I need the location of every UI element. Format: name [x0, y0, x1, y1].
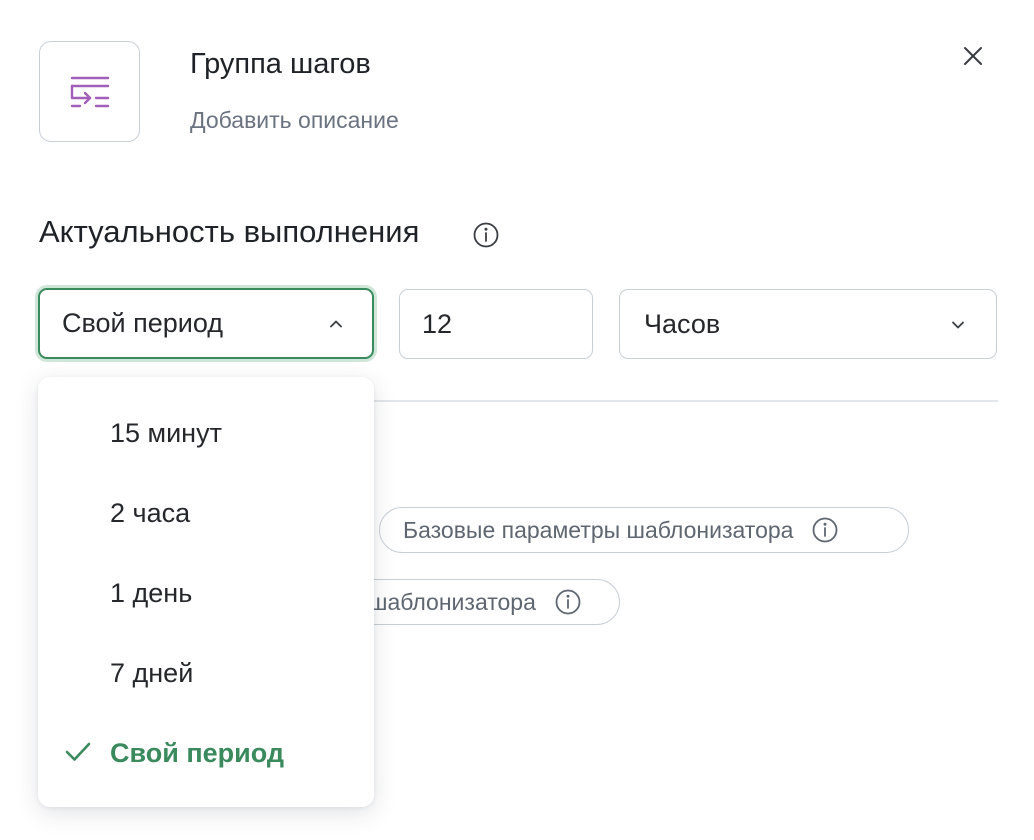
period-select-value: Свой период	[62, 308, 223, 339]
checkmark-icon	[64, 739, 92, 765]
dropdown-option-label: 15 минут	[110, 418, 222, 449]
info-icon[interactable]	[554, 588, 582, 616]
step-group-settings-panel: Группа шагов Добавить описание Актуально…	[0, 0, 1034, 840]
section-title: Актуальность выполнения	[39, 212, 419, 252]
dropdown-option-label: 2 часа	[110, 498, 190, 529]
amount-input-value: 12	[422, 309, 452, 340]
chevron-down-icon	[950, 317, 966, 333]
chip-base-template-params[interactable]: Базовые параметры шаблонизатора	[379, 507, 909, 553]
amount-input[interactable]: 12	[399, 289, 593, 359]
dropdown-option-15-minutes[interactable]: 15 минут	[38, 393, 374, 473]
dropdown-option-2-hours[interactable]: 2 часа	[38, 473, 374, 553]
info-icon[interactable]	[472, 221, 500, 249]
info-icon[interactable]	[811, 516, 839, 544]
dropdown-option-label: 7 дней	[110, 658, 193, 689]
dropdown-option-label: Свой период	[110, 738, 284, 769]
step-group-icon	[68, 72, 112, 112]
step-group-icon-box	[39, 41, 140, 142]
unit-select-value: Часов	[644, 309, 720, 340]
dropdown-option-label: 1 день	[110, 578, 192, 609]
close-button[interactable]	[957, 40, 989, 72]
unit-select[interactable]: Часов	[619, 289, 997, 359]
chip-label: шаблонизатора	[369, 589, 536, 616]
close-icon	[963, 46, 983, 66]
dropdown-option-1-day[interactable]: 1 день	[38, 553, 374, 633]
chip-label: Базовые параметры шаблонизатора	[403, 517, 793, 544]
add-description-link[interactable]: Добавить описание	[190, 106, 399, 134]
dropdown-option-custom-period[interactable]: Свой период	[38, 713, 374, 793]
period-select[interactable]: Свой период	[38, 288, 374, 359]
chevron-up-icon	[328, 316, 344, 332]
panel-title: Группа шагов	[190, 46, 371, 82]
period-dropdown-menu: 15 минут 2 часа 1 день 7 дней Свой перио…	[38, 377, 374, 807]
dropdown-option-7-days[interactable]: 7 дней	[38, 633, 374, 713]
